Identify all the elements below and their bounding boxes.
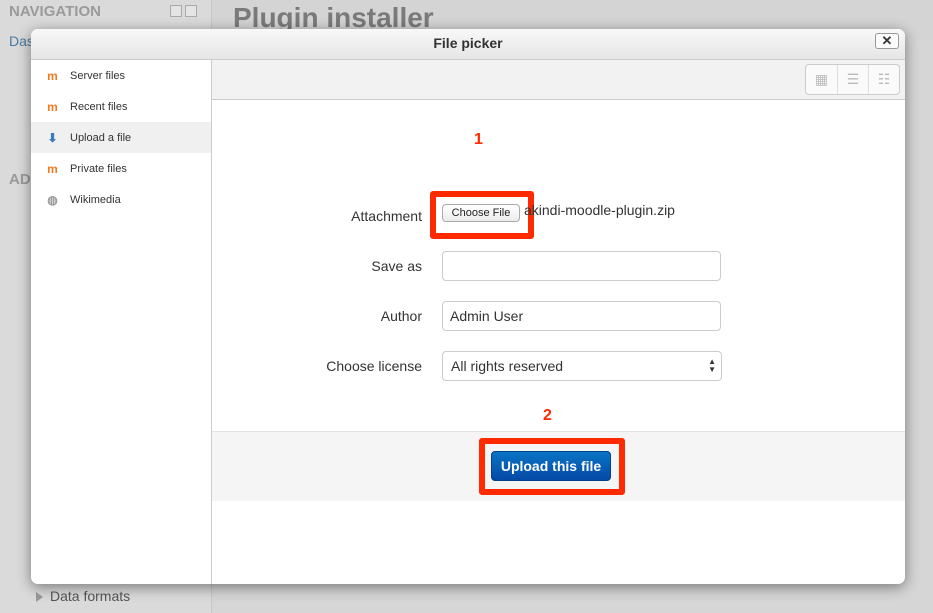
repo-label: Wikimedia <box>70 193 121 206</box>
select-arrows-icon: ▲ ▼ <box>708 357 716 374</box>
annotation-1: 1 <box>474 131 483 148</box>
repo-label: Recent files <box>70 100 128 113</box>
close-button[interactable]: ✕ <box>875 33 899 49</box>
repo-server-files[interactable]: m Server files <box>31 60 211 91</box>
annotation-2: 2 <box>543 407 552 424</box>
license-value: All rights reserved <box>451 358 564 374</box>
data-formats-link[interactable]: Data formats <box>50 588 130 604</box>
repo-recent-files[interactable]: m Recent files <box>31 91 211 122</box>
choose-file-button[interactable]: Choose File <box>442 204 520 222</box>
moodle-icon: m <box>47 99 58 114</box>
upload-file-button[interactable]: Upload this file <box>491 451 611 481</box>
view-switcher: ▦ ☰ ☷ <box>805 64 900 95</box>
repo-label: Upload a file <box>70 131 132 144</box>
repository-list: m Server files m Recent files ⬇ Upload a fi… <box>31 60 212 584</box>
dock-icon[interactable] <box>185 5 197 17</box>
icons-view-icon[interactable]: ▦ <box>806 65 837 94</box>
attachment-label: Attachment <box>351 208 422 224</box>
collapse-icon[interactable] <box>170 5 182 17</box>
moodle-icon: m <box>47 68 58 83</box>
moodle-icon: m <box>47 161 58 176</box>
wikimedia-icon: ◍ <box>47 192 58 207</box>
expand-icon <box>36 592 43 602</box>
picker-main: ▦ ☰ ☷ 1 Attachment Choose File akindi-mo… <box>212 60 905 584</box>
save-as-label: Save as <box>371 258 422 274</box>
file-picker-dialog: File picker ✕ m Server files m Recent file… <box>31 29 905 584</box>
nav-title: NAVIGATION <box>9 3 101 20</box>
license-label: Choose license <box>326 358 422 374</box>
picker-toolbar: ▦ ☰ ☷ <box>212 60 905 100</box>
list-view-icon[interactable]: ☰ <box>837 65 868 94</box>
dialog-title: File picker <box>433 35 503 51</box>
selected-file-name: akindi-moodle-plugin.zip <box>524 202 675 218</box>
repo-label: Server files <box>70 69 126 82</box>
tree-view-icon[interactable]: ☷ <box>868 65 899 94</box>
license-select[interactable]: All rights reserved ▲ ▼ <box>442 351 722 381</box>
repo-label: Private files <box>70 162 127 175</box>
author-input[interactable] <box>442 301 721 331</box>
repo-private-files[interactable]: m Private files <box>31 153 211 184</box>
save-as-input[interactable] <box>442 251 721 281</box>
author-label: Author <box>380 308 422 324</box>
dialog-header: File picker ✕ <box>31 29 905 60</box>
repo-wikimedia[interactable]: ◍ Wikimedia <box>31 184 211 215</box>
repo-upload-file[interactable]: ⬇ Upload a file <box>31 122 211 153</box>
admin-title: AD <box>9 171 31 188</box>
upload-icon: ⬇ <box>47 130 58 145</box>
